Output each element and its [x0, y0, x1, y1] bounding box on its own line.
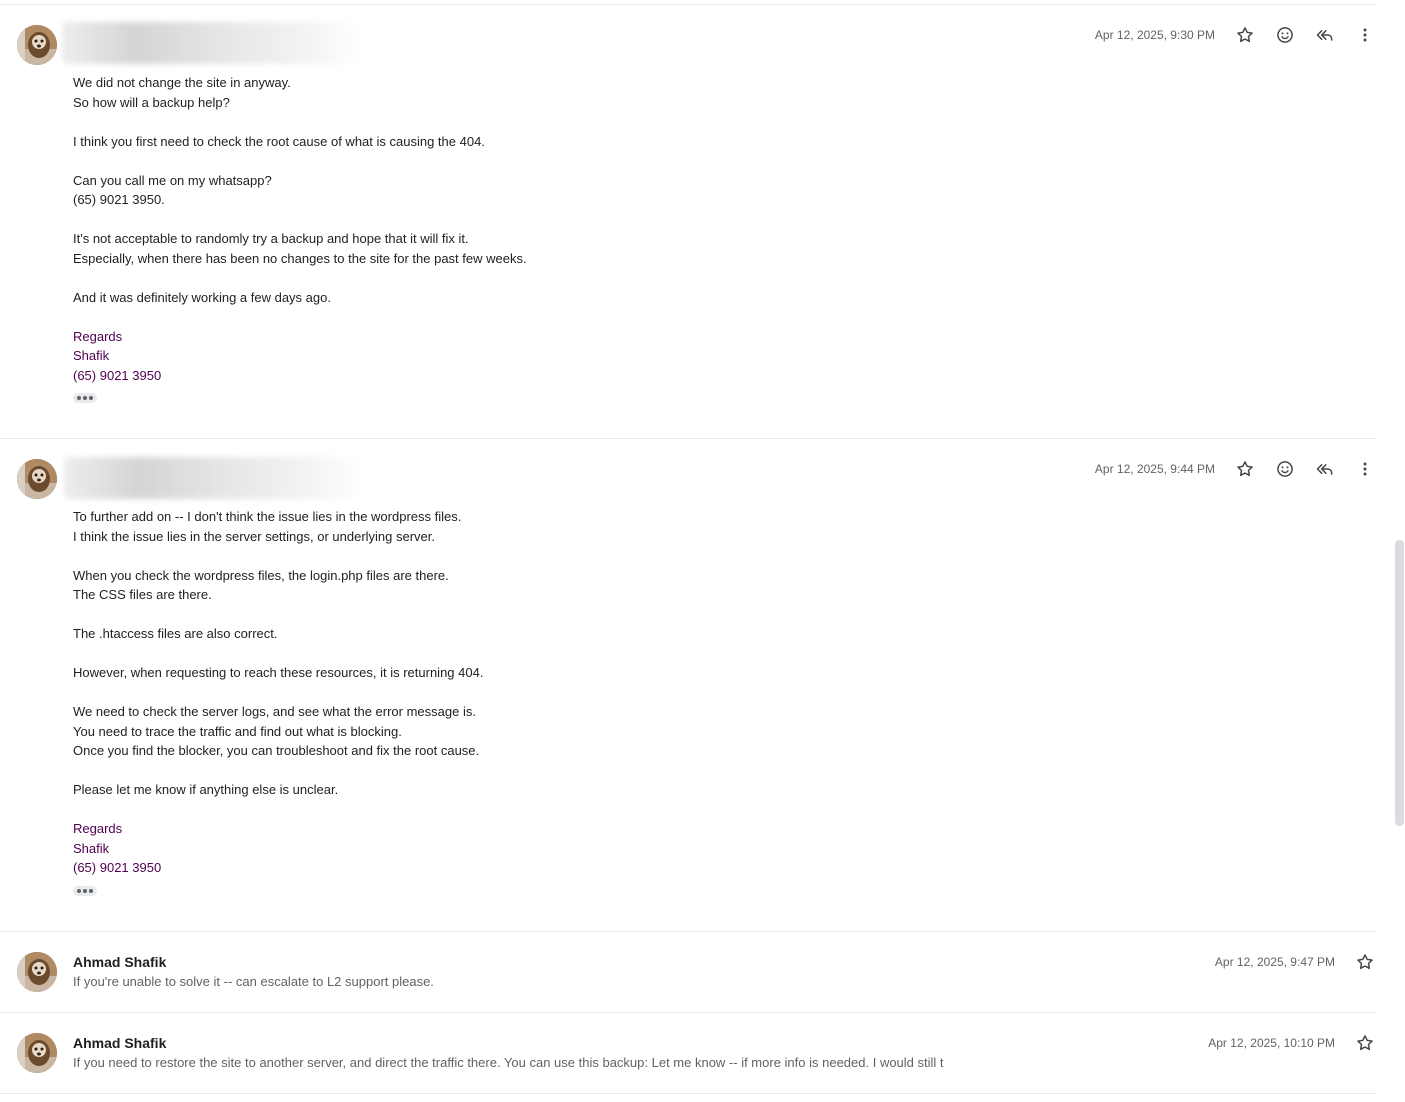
divider: [0, 4, 1376, 5]
body-lines: We did not change the site in anyway. So …: [73, 73, 527, 307]
avatar[interactable]: [17, 952, 57, 992]
sender-name: Ahmad Shafik: [73, 1035, 167, 1051]
body-line: To further add on -- I don't think the i…: [73, 509, 462, 524]
message-timestamp: Apr 12, 2025, 9:47 PM: [1214, 955, 1335, 969]
scrollbar[interactable]: [1393, 0, 1405, 1102]
sender-name: Ahmad Shafik: [73, 954, 167, 970]
reply-all-icon[interactable]: [1313, 457, 1337, 481]
message-body: We did not change the site in anyway. So …: [73, 73, 527, 409]
more-vert-icon[interactable]: [1353, 23, 1377, 47]
avatar[interactable]: [17, 1033, 57, 1073]
sender-name-redacted: [62, 22, 360, 64]
emoji-reaction-icon[interactable]: [1273, 457, 1297, 481]
signature-line: Regards: [73, 328, 123, 344]
body-line: Please let me know if anything else is u…: [73, 782, 339, 797]
body-lines: To further add on -- I don't think the i…: [73, 507, 483, 800]
show-trimmed-content-button[interactable]: [73, 393, 97, 403]
message-timestamp: Apr 12, 2025, 9:30 PM: [1094, 28, 1215, 42]
signature-line: (65) 9021 3950: [73, 367, 162, 383]
avatar-photo: [17, 952, 57, 992]
body-line: We did not change the site in anyway.: [73, 75, 291, 90]
star-icon[interactable]: [1233, 457, 1257, 481]
body-line: You need to trace the traffic and find o…: [73, 723, 402, 739]
more-vert-icon[interactable]: [1353, 457, 1377, 481]
avatar-photo: [17, 459, 57, 499]
divider: [0, 1093, 1376, 1094]
scrollbar-thumb[interactable]: [1395, 540, 1404, 826]
avatar[interactable]: [17, 459, 57, 499]
body-line: I think you first need to check the root…: [73, 133, 485, 149]
body-line: We need to check the server logs, and se…: [73, 704, 476, 719]
message-snippet: If you need to restore the site to anoth…: [73, 1055, 944, 1070]
message-collapsed[interactable]: Ahmad Shafik If you're unable to solve i…: [0, 932, 1376, 1012]
star-icon[interactable]: [1353, 950, 1377, 974]
show-trimmed-content-button[interactable]: [73, 885, 97, 896]
message-timestamp: Apr 12, 2025, 10:10 PM: [1208, 1036, 1335, 1050]
star-icon[interactable]: [1233, 23, 1257, 47]
body-line: It's not acceptable to randomly try a ba…: [73, 231, 469, 246]
avatar-photo: [17, 25, 57, 65]
signature-line: (65) 9021 3950: [73, 860, 162, 875]
body-line: And it was definitely working a few days…: [73, 289, 331, 305]
message-timestamp: Apr 12, 2025, 9:44 PM: [1094, 462, 1215, 476]
avatar-photo: [17, 1033, 57, 1073]
body-line: When you check the wordpress files, the …: [73, 567, 449, 583]
body-line: The .htaccess files are also correct.: [73, 626, 278, 641]
body-line: So how will a backup help?: [73, 94, 230, 110]
emoji-reaction-icon[interactable]: [1273, 23, 1297, 47]
signature-line: Shafik: [73, 840, 110, 856]
body-line: Can you call me on my whatsapp?: [73, 172, 272, 188]
signature-line: Shafik: [73, 348, 110, 363]
sender-name-redacted: [64, 457, 362, 499]
avatar[interactable]: [17, 25, 57, 65]
body-line: Especially, when there has been no chang…: [73, 250, 527, 266]
body-line: Once you find the blocker, you can troub…: [73, 743, 480, 758]
body-line: However, when requesting to reach these …: [73, 665, 484, 680]
message-body: To further add on -- I don't think the i…: [73, 507, 483, 901]
body-line: (65) 9021 3950.: [73, 192, 165, 207]
message-snippet: If you're unable to solve it -- can esca…: [73, 974, 434, 989]
body-line: I think the issue lies in the server set…: [73, 528, 436, 544]
body-line: The CSS files are there.: [73, 587, 212, 602]
star-icon[interactable]: [1353, 1031, 1377, 1055]
divider: [0, 438, 1376, 439]
reply-all-icon[interactable]: [1313, 23, 1337, 47]
message-collapsed[interactable]: Ahmad Shafik If you need to restore the …: [0, 1013, 1376, 1093]
signature-line: Regards: [73, 821, 123, 836]
